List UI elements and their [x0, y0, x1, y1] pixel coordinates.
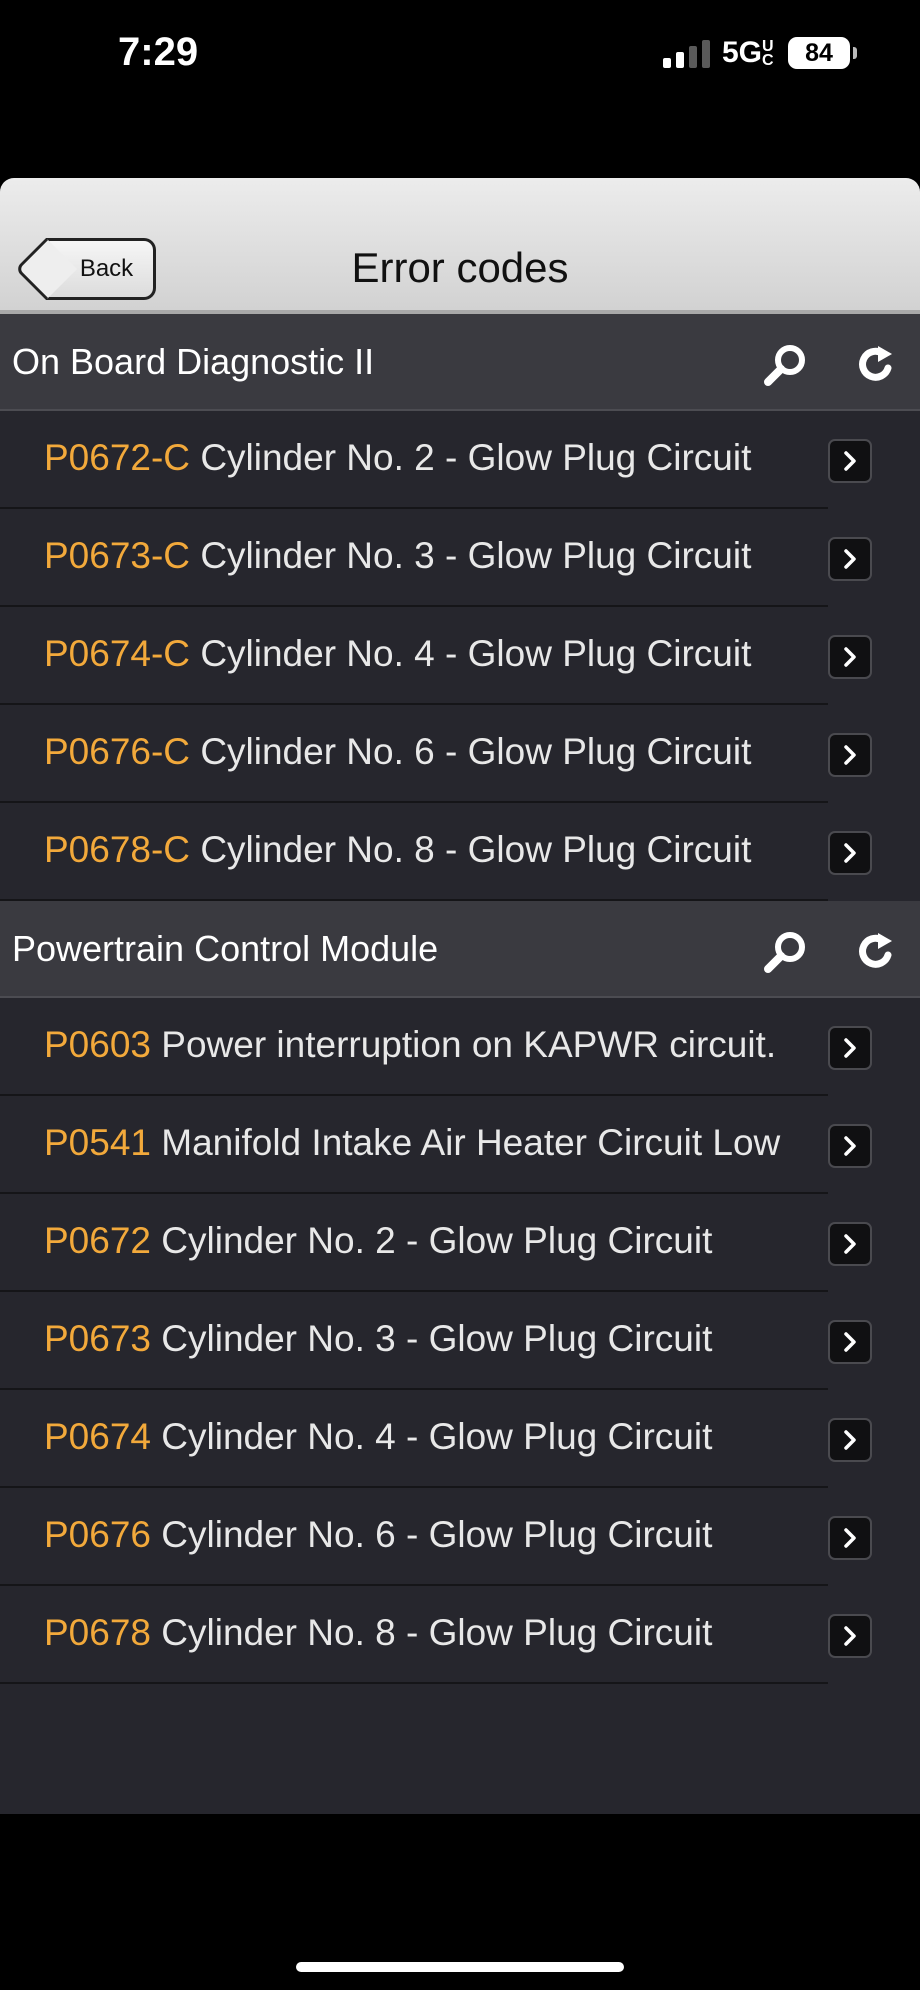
battery-icon: 84 [788, 37, 857, 69]
error-description: Power interruption on KAPWR circuit. [161, 1024, 777, 1065]
navigation-bar: Back Error codes [0, 178, 920, 314]
error-code-row[interactable]: P0673 Cylinder No. 3 - Glow Plug Circuit [0, 1292, 920, 1390]
error-code-text: P0678-C Cylinder No. 8 - Glow Plug Circu… [44, 829, 751, 871]
error-code: P0674-C [44, 633, 191, 674]
error-code-text: P0678 Cylinder No. 8 - Glow Plug Circuit [44, 1612, 712, 1654]
section-title: On Board Diagnostic II [12, 340, 375, 382]
error-code-row[interactable]: P0674-C Cylinder No. 4 - Glow Plug Circu… [0, 607, 920, 705]
error-code-row[interactable]: P0672-C Cylinder No. 2 - Glow Plug Circu… [0, 411, 920, 509]
error-code-row[interactable]: P0673-C Cylinder No. 3 - Glow Plug Circu… [0, 509, 920, 607]
error-code: P0678 [44, 1612, 151, 1653]
section-header: On Board Diagnostic II [0, 314, 920, 411]
chevron-right-icon [844, 745, 856, 765]
error-code-row[interactable]: P0603 Power interruption on KAPWR circui… [0, 998, 920, 1096]
chevron-right-icon [844, 647, 856, 667]
error-description: Manifold Intake Air Heater Circuit Low [161, 1122, 781, 1163]
detail-button[interactable] [828, 1418, 872, 1462]
chevron-right-icon [844, 1234, 856, 1254]
refresh-icon[interactable] [856, 931, 896, 971]
detail-button[interactable] [828, 733, 872, 777]
back-button-label: Back [79, 255, 134, 282]
app-window: Back Error codes On Board Diagnostic II P… [0, 178, 920, 1814]
detail-button[interactable] [828, 831, 872, 875]
error-code: P0603 [44, 1024, 151, 1065]
error-description: Cylinder No. 2 - Glow Plug Circuit [200, 437, 752, 478]
error-code-text: P0672 Cylinder No. 2 - Glow Plug Circuit [44, 1220, 712, 1262]
error-code-row[interactable]: P0678-C Cylinder No. 8 - Glow Plug Circu… [0, 803, 920, 901]
chevron-right-icon [844, 1430, 856, 1450]
chevron-right-icon [844, 549, 856, 569]
error-description: Cylinder No. 8 - Glow Plug Circuit [200, 829, 752, 870]
error-code-row[interactable]: P0676-C Cylinder No. 6 - Glow Plug Circu… [0, 705, 920, 803]
page-title: Error codes [351, 244, 569, 291]
detail-button[interactable] [828, 1026, 872, 1070]
error-code: P0676-C [44, 731, 191, 772]
error-description: Cylinder No. 8 - Glow Plug Circuit [161, 1612, 713, 1653]
error-code-row[interactable]: P0676 Cylinder No. 6 - Glow Plug Circuit [0, 1488, 920, 1586]
home-indicator[interactable] [296, 1962, 624, 1972]
error-description: Cylinder No. 3 - Glow Plug Circuit [200, 535, 752, 576]
error-code-text: P0676-C Cylinder No. 6 - Glow Plug Circu… [44, 731, 751, 773]
error-code-text: P0674 Cylinder No. 4 - Glow Plug Circuit [44, 1416, 712, 1458]
search-icon[interactable] [762, 929, 808, 975]
error-code: P0674 [44, 1416, 151, 1457]
detail-button[interactable] [828, 635, 872, 679]
signal-icon [662, 38, 710, 68]
error-code-row[interactable]: P0678 Cylinder No. 8 - Glow Plug Circuit [0, 1586, 920, 1684]
detail-button[interactable] [828, 1222, 872, 1266]
error-code-list: On Board Diagnostic II P0672-C Cylinder N… [0, 314, 920, 1684]
error-description: Cylinder No. 6 - Glow Plug Circuit [200, 731, 752, 772]
detail-button[interactable] [828, 1124, 872, 1168]
detail-button[interactable] [828, 537, 872, 581]
error-description: Cylinder No. 6 - Glow Plug Circuit [161, 1514, 713, 1555]
chevron-right-icon [844, 1136, 856, 1156]
error-code: P0672-C [44, 437, 191, 478]
chevron-right-icon [844, 1038, 856, 1058]
error-code-text: P0674-C Cylinder No. 4 - Glow Plug Circu… [44, 633, 751, 675]
network-label: 5GUC [721, 36, 774, 70]
refresh-icon[interactable] [856, 344, 896, 384]
chevron-right-icon [844, 1528, 856, 1548]
detail-button[interactable] [828, 1516, 872, 1560]
status-right: 5GUC 84 [662, 36, 857, 70]
error-code: P0673-C [44, 535, 191, 576]
error-code-row[interactable]: P0674 Cylinder No. 4 - Glow Plug Circuit [0, 1390, 920, 1488]
status-time: 7:29 [118, 30, 199, 74]
error-code-row[interactable]: P0541 Manifold Intake Air Heater Circuit… [0, 1096, 920, 1194]
error-code: P0672 [44, 1220, 151, 1261]
status-bar: 7:29 5GUC 84 [0, 0, 920, 110]
detail-button[interactable] [828, 1614, 872, 1658]
error-description: Cylinder No. 4 - Glow Plug Circuit [161, 1416, 713, 1457]
chevron-right-icon [844, 1332, 856, 1352]
error-code-text: P0672-C Cylinder No. 2 - Glow Plug Circu… [44, 437, 751, 479]
error-code: P0541 [44, 1122, 151, 1163]
search-icon[interactable] [762, 342, 808, 388]
error-code-text: P0673-C Cylinder No. 3 - Glow Plug Circu… [44, 535, 751, 577]
error-code-text: P0673 Cylinder No. 3 - Glow Plug Circuit [44, 1318, 712, 1360]
error-code: P0673 [44, 1318, 151, 1359]
chevron-right-icon [844, 1626, 856, 1646]
chevron-right-icon [844, 451, 856, 471]
chevron-right-icon [844, 843, 856, 863]
section-title: Powertrain Control Module [12, 927, 439, 969]
error-description: Cylinder No. 4 - Glow Plug Circuit [200, 633, 752, 674]
error-code: P0678-C [44, 829, 191, 870]
error-code-text: P0541 Manifold Intake Air Heater Circuit… [44, 1122, 780, 1164]
error-description: Cylinder No. 2 - Glow Plug Circuit [161, 1220, 713, 1261]
section-header: Powertrain Control Module [0, 901, 920, 998]
error-code-text: P0676 Cylinder No. 6 - Glow Plug Circuit [44, 1514, 712, 1556]
battery-level: 84 [805, 38, 833, 67]
detail-button[interactable] [828, 1320, 872, 1364]
error-code-text: P0603 Power interruption on KAPWR circui… [44, 1024, 776, 1066]
error-code-row[interactable]: P0672 Cylinder No. 2 - Glow Plug Circuit [0, 1194, 920, 1292]
row-divider [0, 1682, 828, 1684]
detail-button[interactable] [828, 439, 872, 483]
error-description: Cylinder No. 3 - Glow Plug Circuit [161, 1318, 713, 1359]
error-code: P0676 [44, 1514, 151, 1555]
